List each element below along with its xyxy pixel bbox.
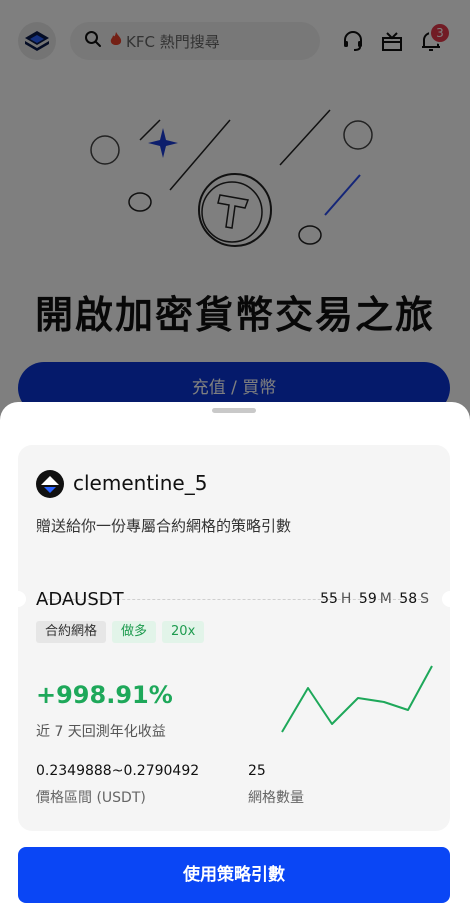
price-range-label: 價格區間 (USDT) <box>36 790 146 806</box>
use-strategy-button[interactable]: 使用策略引數 <box>18 847 450 903</box>
countdown-seconds: 58 <box>399 591 418 607</box>
gift-description: 贈送給你一份專屬合約網格的策略引數 <box>36 517 292 535</box>
strategy-tags: 合約網格 做多 20x <box>36 621 205 643</box>
tag-direction: 做多 <box>112 621 157 643</box>
tag-leverage: 20x <box>162 621 205 643</box>
sheet-drag-handle[interactable] <box>212 408 256 413</box>
grid-count-value: 25 <box>248 763 266 779</box>
backtest-annualized-return: +998.91% <box>36 681 173 709</box>
strategy-share-sheet: clementine_5 贈送給你一份專屬合約網格的策略引數 ADAUSDT 5… <box>0 402 470 924</box>
ticket-notch-left <box>10 591 26 607</box>
return-sparkline <box>281 665 433 733</box>
countdown-hours: 55 <box>320 591 338 607</box>
trading-pair: ADAUSDT <box>36 589 124 610</box>
countdown-hours-unit: H <box>340 591 352 607</box>
price-range-value: 0.2349888~0.2790492 <box>36 763 200 779</box>
ticket-notch-right <box>442 591 458 607</box>
countdown-seconds-unit: S <box>420 591 429 607</box>
countdown-minutes-unit: M <box>379 591 392 607</box>
backtest-return-label: 近 7 天回測年化收益 <box>36 724 166 740</box>
avatar <box>36 470 64 498</box>
tag-strategy-type: 合約網格 <box>36 621 107 643</box>
username: clementine_5 <box>73 471 208 495</box>
grid-count-label: 網格數量 <box>248 790 304 806</box>
strategy-card: clementine_5 贈送給你一份專屬合約網格的策略引數 ADAUSDT 5… <box>10 445 458 831</box>
countdown-minutes: 59 <box>358 591 377 607</box>
countdown-timer: 55 H 59 M 58 S <box>320 591 432 607</box>
